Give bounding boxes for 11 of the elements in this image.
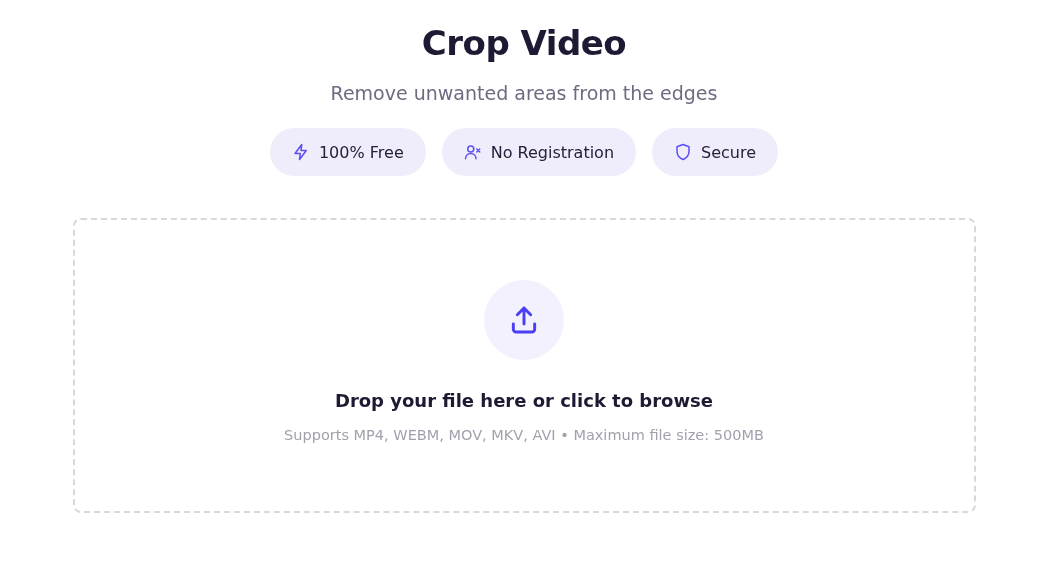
dropzone-prompt: Drop your file here or click to browse xyxy=(334,390,714,411)
badge-label: 100% Free xyxy=(318,142,404,162)
badge-label: Secure xyxy=(701,142,757,162)
dropzone-hint: Supports MP4, WEBM, MOV, MKV, AVI • Maximum file size: 500MB xyxy=(284,427,764,443)
lightning-icon xyxy=(291,143,310,161)
user-icon xyxy=(463,143,482,161)
badge-label: No Registration xyxy=(490,142,615,162)
page-subtitle: Remove unwanted areas from the edges xyxy=(330,81,718,106)
page-title: Crop Video xyxy=(421,22,627,65)
shield-icon xyxy=(674,143,693,161)
file-dropzone[interactable]: Drop your file here or click to browse Supports MP4, WEBM, MOV, MKV, AVI • Maximum file size: 500MB xyxy=(72,218,976,513)
